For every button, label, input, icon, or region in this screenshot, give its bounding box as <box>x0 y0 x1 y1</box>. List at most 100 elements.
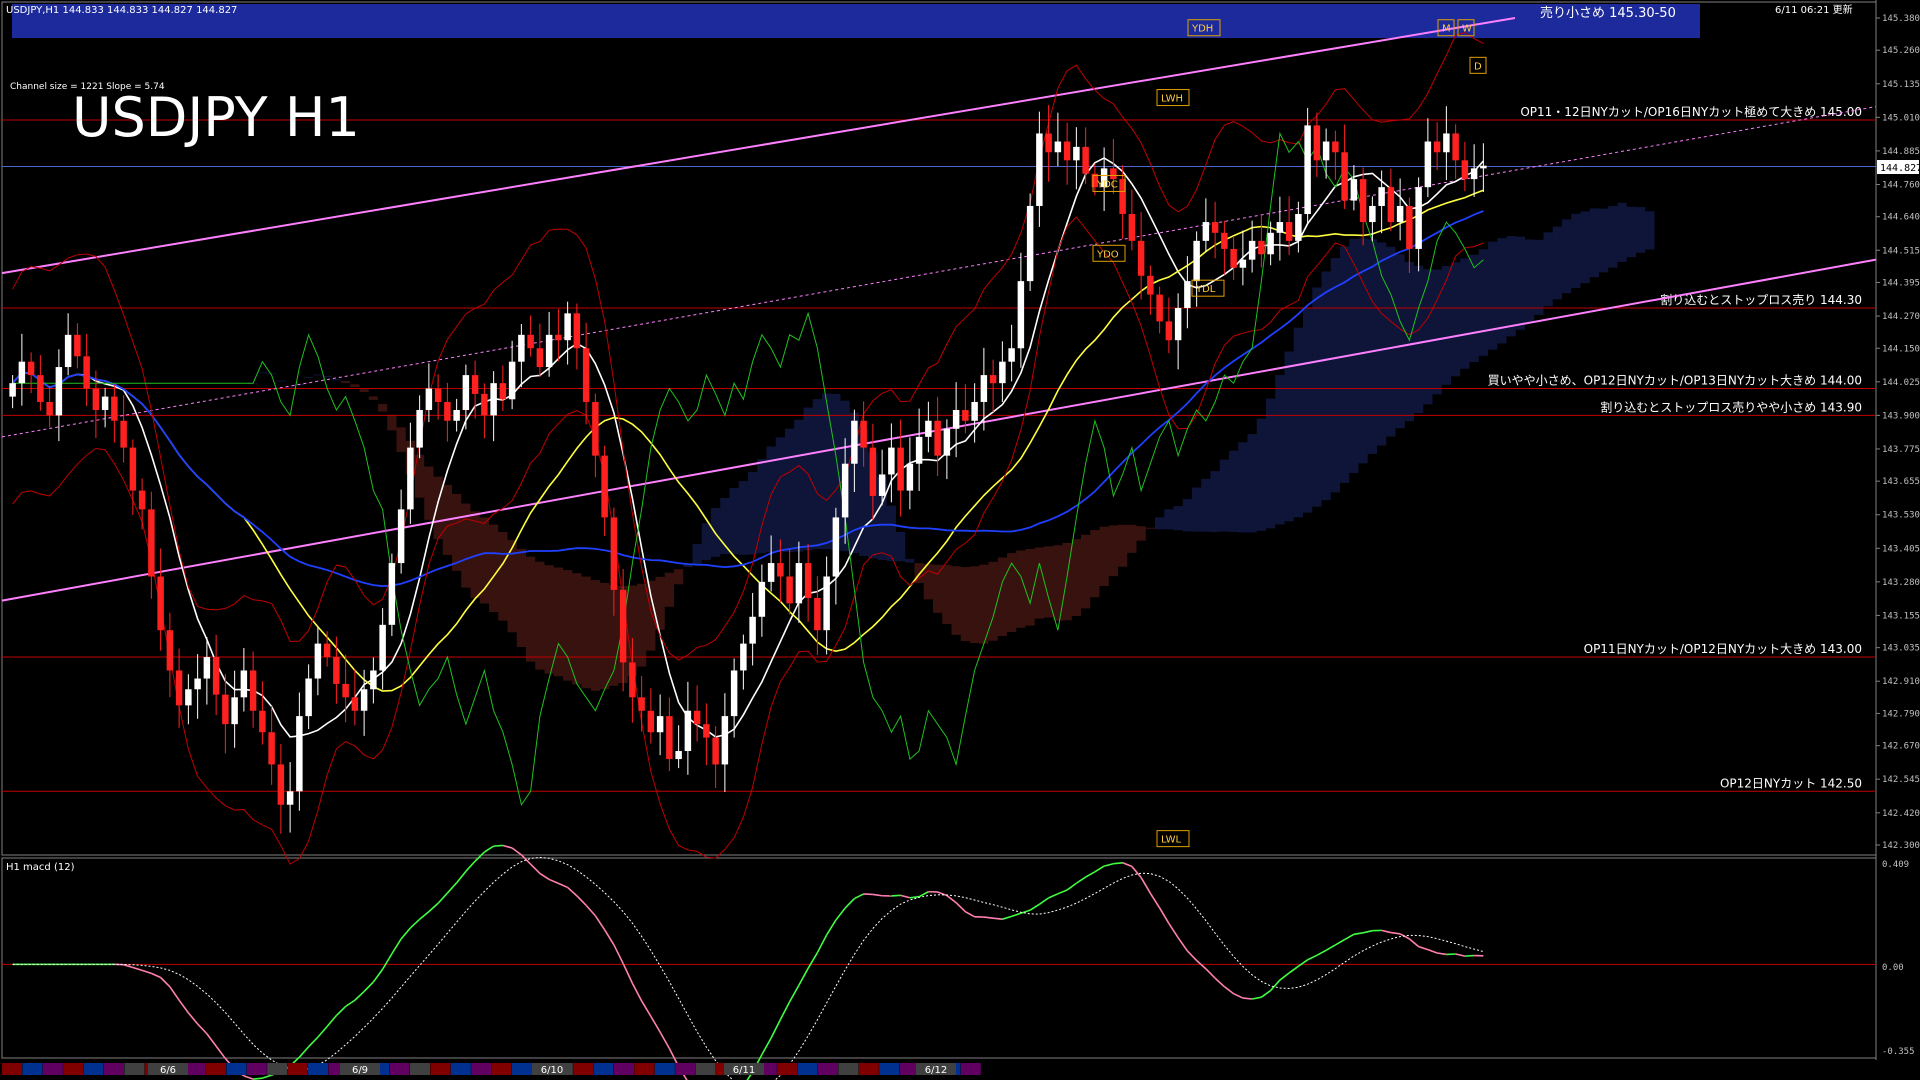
symbol-info: USDJPY,H1 144.833 144.833 144.827 144.82… <box>6 5 237 16</box>
y-tick-label: 142.910 <box>1882 677 1920 687</box>
cloud-band <box>572 573 582 685</box>
candle-body <box>518 334 525 362</box>
chart-big-title: USDJPY H1 <box>72 86 360 149</box>
candle-body <box>814 597 821 631</box>
date-bar-segment <box>450 1063 471 1075</box>
cloud-band <box>1543 232 1553 307</box>
cloud-band <box>498 531 508 621</box>
cloud-band <box>1284 351 1294 522</box>
candle-body <box>268 732 275 765</box>
date-bar-segment <box>430 1063 451 1075</box>
candle-body <box>536 348 544 368</box>
cloud-band <box>1293 327 1303 518</box>
candle-body <box>1350 179 1358 201</box>
cloud-band <box>664 572 674 607</box>
marker-label: D <box>1474 61 1482 72</box>
cloud-band <box>581 576 591 689</box>
candle-body <box>777 563 784 577</box>
candle-body <box>1137 240 1145 276</box>
candle-body <box>1211 222 1219 233</box>
marker-label: YDH <box>1191 24 1213 35</box>
cloud-band <box>331 379 341 381</box>
cloud-band <box>359 389 369 393</box>
cloud-band <box>1127 524 1137 553</box>
candle-body <box>980 375 988 402</box>
candle-body <box>1026 205 1034 282</box>
y-tick-label: 142.790 <box>1882 709 1920 719</box>
candle-body <box>786 576 793 604</box>
candle-body <box>878 474 886 496</box>
cloud-band <box>812 399 822 550</box>
candle-body <box>915 436 923 464</box>
date-bar-segment <box>838 1063 859 1075</box>
date-bar-segment <box>206 1063 226 1075</box>
candle-body <box>9 383 16 397</box>
candle-body <box>185 689 192 706</box>
candle-body <box>666 716 673 760</box>
date-bar-segment <box>389 1063 410 1075</box>
date-bar-segment <box>573 1063 594 1075</box>
macd-segment <box>891 894 901 897</box>
candle-body <box>1424 141 1432 188</box>
cloud-band <box>748 471 758 555</box>
date-bar-segment <box>308 1063 328 1075</box>
cloud-band <box>933 564 943 613</box>
candle-body <box>425 388 433 411</box>
candle-body <box>416 410 423 448</box>
candle-body <box>203 657 211 679</box>
marker-label: YDC <box>1096 179 1118 190</box>
date-bar-segment <box>858 1063 879 1075</box>
date-bar-segment <box>226 1063 247 1075</box>
cloud-band <box>1451 262 1461 377</box>
candle-body <box>601 455 608 518</box>
candle-body <box>1359 179 1367 223</box>
price-chart[interactable]: 売り小さめ 145.30-50 145.380 145.260 145.135 145… <box>0 0 1920 1080</box>
date-bar-segment <box>654 1063 675 1075</box>
cloud-band <box>1007 553 1017 633</box>
candle-body <box>166 630 174 671</box>
cloud-band <box>1201 478 1211 532</box>
cloud-band <box>276 380 286 382</box>
candle-body <box>1285 222 1293 241</box>
cloud-band <box>1275 375 1285 525</box>
date-bar-segment <box>22 1063 43 1075</box>
candle-body <box>1174 307 1182 341</box>
cloud-band <box>1441 266 1451 385</box>
cloud-band <box>304 377 314 379</box>
date-bar-segment <box>471 1063 492 1075</box>
cloud-band <box>433 476 443 540</box>
cloud-band <box>1044 546 1054 618</box>
macd-segment <box>493 844 503 847</box>
macd-segment <box>253 1077 263 1080</box>
cloud-band <box>1312 287 1322 507</box>
date-bar-segment <box>124 1063 145 1075</box>
cloud-band <box>794 419 804 552</box>
cloud-band <box>803 407 813 551</box>
candle-body <box>55 367 63 416</box>
cloud-band <box>257 372 267 374</box>
macd-segment <box>1464 954 1475 957</box>
candle-body <box>212 657 220 695</box>
cloud-band <box>701 523 711 561</box>
candle-body <box>1073 146 1080 161</box>
date-bar-segment <box>63 1063 84 1075</box>
date-bar-segment <box>675 1063 696 1075</box>
y-tick-label: 143.405 <box>1882 544 1920 554</box>
cloud-band <box>1488 241 1498 350</box>
candle-body <box>647 710 655 733</box>
cloud-band <box>368 396 378 400</box>
candle-body <box>656 716 664 733</box>
date-label: 6/10 <box>541 1065 563 1076</box>
candle-body <box>730 670 738 717</box>
cloud-band <box>563 570 573 681</box>
top-banner-text: 売り小さめ 145.30-50 <box>1540 5 1676 21</box>
cloud-band <box>1145 527 1155 529</box>
candle-body <box>999 361 1006 384</box>
candle-body <box>767 563 775 582</box>
cloud-band <box>1099 526 1109 586</box>
date-bar-segment <box>410 1063 430 1075</box>
y-tick-label: 142.420 <box>1882 809 1920 819</box>
candle-body <box>1433 141 1441 153</box>
cloud-band <box>1580 211 1590 284</box>
y-tick-label: 143.035 <box>1882 644 1920 654</box>
